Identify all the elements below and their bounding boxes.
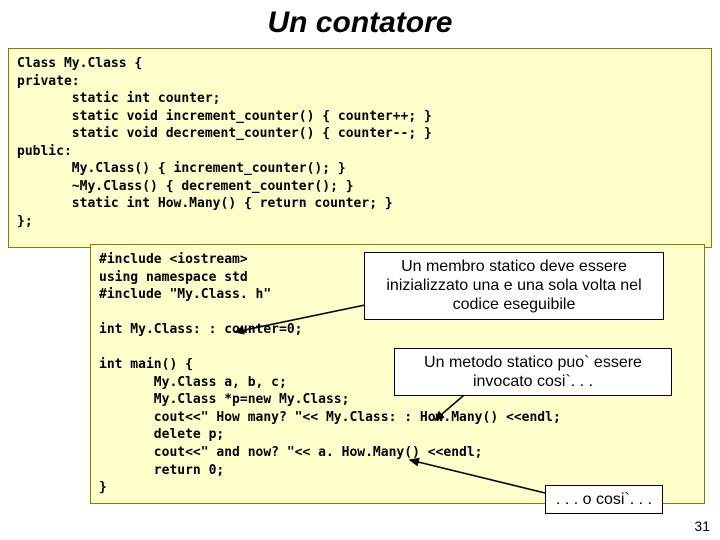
callout-static-member: Un membro statico deve essere inizializz… (364, 252, 664, 320)
callout-alt-invoke: . . . o cosi`. . . (545, 485, 663, 514)
callout-static-method: Un metodo statico puo` essere invocato c… (394, 348, 672, 396)
code-block-header: Class My.Class { private: static int cou… (8, 48, 712, 248)
slide-title: Un contatore (0, 0, 720, 42)
page-number: 31 (694, 518, 710, 534)
